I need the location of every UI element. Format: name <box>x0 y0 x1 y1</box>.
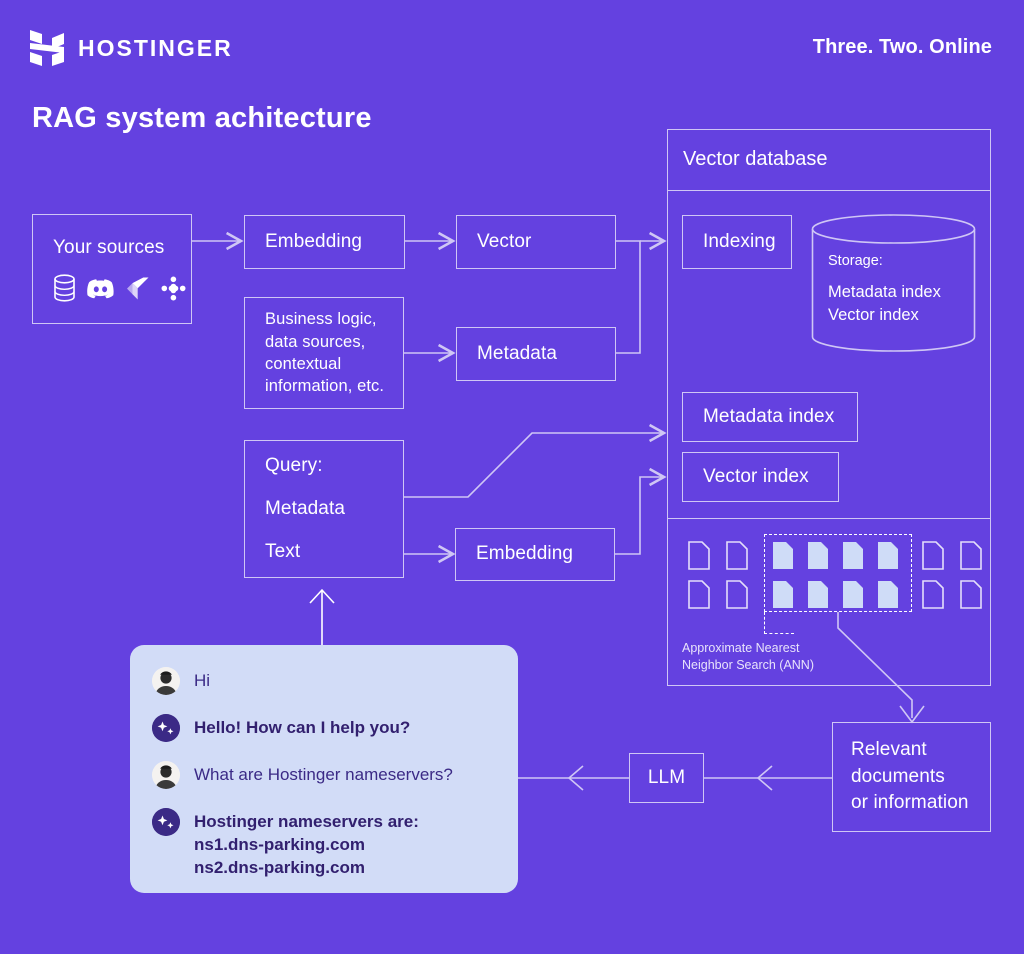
llm-label: LLM <box>647 766 686 788</box>
ann-caption: Approximate Nearest Neighbor Search (ANN… <box>682 641 814 672</box>
user-avatar-icon <box>152 761 180 789</box>
ai-sparkle-avatar-icon <box>152 808 180 836</box>
relevant-documents-label: Relevant documents or information <box>851 738 969 814</box>
node-embedding-bottom[interactable]: Embedding <box>455 528 615 581</box>
query-metadata-label: Metadata <box>265 497 346 519</box>
query-label: Query: <box>265 454 323 476</box>
storage-item-vector-index: Vector index <box>828 306 919 325</box>
chat-widget[interactable]: Hi Hello! How can I help you? What are H… <box>130 645 518 893</box>
document-outline-icon <box>688 580 710 609</box>
chat-message-text: What are Hostinger nameservers? <box>194 765 453 784</box>
node-metadata-index[interactable]: Metadata index <box>682 392 858 442</box>
vector-database-header: Vector database <box>667 129 991 191</box>
node-vector-index[interactable]: Vector index <box>682 452 839 502</box>
node-relevant-documents[interactable]: Relevant documents or information <box>832 722 991 832</box>
node-business-logic[interactable]: Business logic, data sources, contextual… <box>244 297 404 409</box>
chat-message-4: Hostinger nameservers are: ns1.dns-parki… <box>152 808 498 880</box>
discord-icon <box>87 278 114 298</box>
ann-selection-box <box>764 534 912 612</box>
diagram-canvas: HOSTINGER Three. Two. Online RAG system … <box>0 0 1024 954</box>
storage-text: Storage: Metadata index Vector index <box>828 253 968 328</box>
node-embedding-top[interactable]: Embedding <box>244 215 405 269</box>
query-text-label: Text <box>265 541 301 563</box>
node-your-sources[interactable]: Your sources <box>32 214 192 324</box>
metadata-index-label: Metadata index <box>703 405 835 427</box>
embedding-top-label: Embedding <box>265 230 363 252</box>
node-indexing[interactable]: Indexing <box>682 215 792 269</box>
metadata-label: Metadata <box>477 342 558 364</box>
document-outline-icon <box>688 541 710 570</box>
document-outline-icon <box>726 541 748 570</box>
chat-message-text: Hostinger nameservers are: ns1.dns-parki… <box>194 812 419 877</box>
document-outline-icon <box>922 580 944 609</box>
node-llm[interactable]: LLM <box>629 753 704 803</box>
document-outline-icon <box>726 580 748 609</box>
storage-caption: Storage: <box>828 253 883 269</box>
node-metadata[interactable]: Metadata <box>456 327 616 381</box>
storage-item-metadata-index: Metadata index <box>828 282 941 301</box>
node-vector[interactable]: Vector <box>456 215 616 269</box>
vector-database-label: Vector database <box>683 148 828 170</box>
ai-sparkle-avatar-icon <box>152 714 180 742</box>
chat-message-3: What are Hostinger nameservers? <box>152 761 498 789</box>
document-outline-icon <box>960 580 982 609</box>
vector-label: Vector <box>477 230 532 252</box>
your-sources-label: Your sources <box>53 236 165 258</box>
business-logic-label: Business logic, data sources, contextual… <box>265 310 385 396</box>
indexing-label: Indexing <box>703 230 776 252</box>
user-avatar-icon <box>152 667 180 695</box>
database-icon <box>54 274 75 302</box>
vector-index-label: Vector index <box>703 465 809 487</box>
node-query[interactable]: Query: Metadata Text <box>244 440 404 578</box>
document-outline-icon <box>922 541 944 570</box>
embedding-bottom-label: Embedding <box>476 543 574 565</box>
document-outline-icon <box>960 541 982 570</box>
chat-message-text: Hi <box>194 671 211 690</box>
ann-section-divider <box>667 518 991 519</box>
chat-message-2: Hello! How can I help you? <box>152 714 498 742</box>
chat-message-text: Hello! How can I help you? <box>194 718 411 737</box>
chat-message-1: Hi <box>152 667 498 695</box>
jira-icon <box>127 277 149 300</box>
slack-icon <box>161 276 186 301</box>
ann-callout-tail <box>764 612 794 634</box>
source-icon-row <box>53 274 186 302</box>
